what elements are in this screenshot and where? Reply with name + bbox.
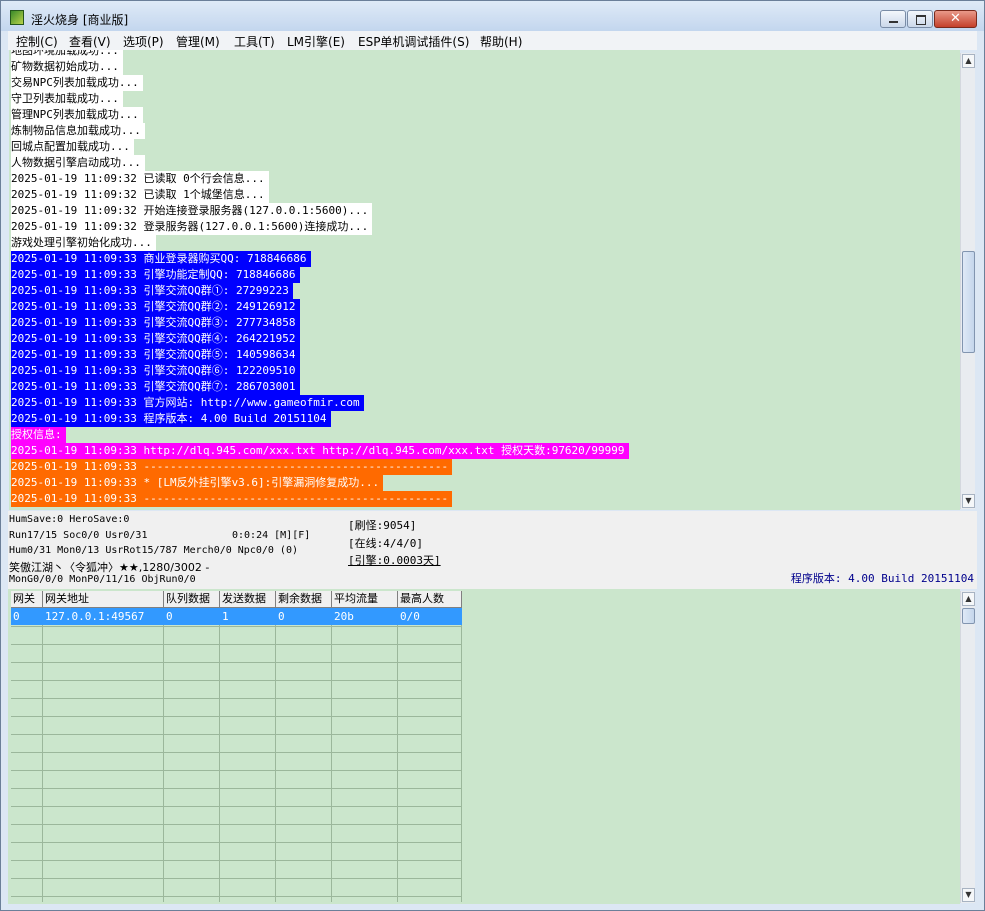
col-header-max-users[interactable]: 最高人数 [398, 591, 462, 608]
grid-col-line [275, 591, 276, 902]
scroll-thumb[interactable] [962, 251, 975, 353]
log-line: 2025-01-19 11:09:33 引擎交流QQ群⑥: 122209510 [11, 363, 300, 379]
grid-col-line [461, 591, 462, 902]
window-title: 淫火烧身 [商业版] [31, 13, 129, 27]
log-line: 2025-01-19 11:09:32 登录服务器(127.0.0.1:5600… [11, 219, 373, 235]
log-panel[interactable]: 地图环境加载成功... 矿物数据初始成功... 交易NPC列表加载成功... 守卫列表… [9, 50, 960, 510]
close-button[interactable]: ✕ [934, 10, 977, 28]
run-status: Run17/15 Soc0/0 Usr0/31 [9, 530, 148, 541]
log-line: 人物数据引擎启动成功... [11, 155, 145, 171]
log-line: 交易NPC列表加载成功... [11, 75, 143, 91]
log-line: 2025-01-19 11:09:33 官方网站: http://www.gam… [11, 395, 364, 411]
refresh-count: [刷怪:9054] [348, 519, 417, 532]
log-line: 授权信息: [11, 427, 66, 443]
log-line: 2025-01-19 11:09:33 引擎功能定制QQ: 718846686 [11, 267, 300, 283]
log-line: 2025-01-19 11:09:33 程序版本: 4.00 Build 201… [11, 411, 331, 427]
log-line: 回城点配置加载成功... [11, 139, 134, 155]
cell-queue: 0 [166, 610, 173, 623]
scroll-up-icon[interactable]: ▲ [962, 54, 975, 68]
grid-col-line [42, 591, 43, 902]
log-line: 2025-01-19 11:09:33 引擎交流QQ群①: 27299223 [11, 283, 293, 299]
engine-time: [引擎:0.0003天] [348, 554, 441, 567]
gateway-grid[interactable]: 网关 网关地址 队列数据 发送数据 剩余数据 平均流量 最高人数 0 127.0… [8, 589, 960, 904]
log-line: 2025-01-19 11:09:33 商业登录器购买QQ: 718846686 [11, 251, 311, 267]
menu-manage[interactable]: 管理(M) [176, 33, 220, 50]
log-line: 2025-01-19 11:09:32 已读取 1个城堡信息... [11, 187, 269, 203]
minimize-button[interactable] [880, 10, 906, 28]
col-header-address[interactable]: 网关地址 [43, 591, 164, 608]
grid-col-line [219, 591, 220, 902]
log-line: 炼制物品信息加载成功... [11, 123, 145, 139]
log-line: 2025-01-19 11:09:33 http://dlq.945.com/x… [11, 443, 629, 459]
log-scrollbar[interactable]: ▲ ▼ [960, 53, 975, 509]
scroll-thumb[interactable] [962, 608, 975, 624]
log-line: 矿物数据初始成功... [11, 59, 123, 75]
menu-esp-plugin[interactable]: ESP单机调试插件(S) [358, 33, 469, 50]
grid-lines [11, 591, 462, 902]
menu-tools[interactable]: 工具(T) [234, 33, 275, 50]
log-line: 地图环境加载成功... [11, 50, 123, 59]
log-line: 2025-01-19 11:09:33 * [LM反外挂引擎v3.6]:引擎漏洞… [11, 475, 384, 491]
grid-col-line [163, 591, 164, 902]
grid-scrollbar[interactable]: ▲ ▼ [960, 591, 975, 903]
monster-status: MonG0/0/0 MonP0/11/16 ObjRun0/0 [9, 574, 196, 585]
cell-gateway: 0 [13, 610, 20, 623]
col-header-avg-traffic[interactable]: 平均流量 [332, 591, 398, 608]
log-line: 游戏处理引擎初始化成功... [11, 235, 156, 251]
scroll-down-icon[interactable]: ▼ [962, 494, 975, 508]
log-line: 2025-01-19 11:09:32 已读取 0个行会信息... [11, 171, 269, 187]
log-line: 2025-01-19 11:09:33 引擎交流QQ群③: 277734858 [11, 315, 300, 331]
status-panel: HumSave:0 HeroSave:0 Run17/15 Soc0/0 Usr… [8, 511, 977, 589]
program-version: 程序版本: 4.00 Build 20151104 [790, 572, 974, 585]
maximize-button[interactable] [907, 10, 933, 28]
menu-options[interactable]: 选项(P) [123, 33, 164, 50]
online-count: [在线:4/4/0] [348, 537, 423, 550]
log-line: 守卫列表加载成功... [11, 91, 123, 107]
uptime: 0:0:24 [M][F] [232, 530, 311, 541]
menu-view[interactable]: 查看(V) [69, 33, 111, 50]
app-window: 淫火烧身 [商业版] ✕ 控制(C) 查看(V) 选项(P) 管理(M) 工具(… [0, 0, 985, 911]
cell-max-users: 0/0 [400, 610, 420, 623]
col-header-queue[interactable]: 队列数据 [164, 591, 220, 608]
title-bar[interactable]: 淫火烧身 [商业版] ✕ [1, 1, 984, 31]
log-line: 2025-01-19 11:09:33 引擎交流QQ群②: 249126912 [11, 299, 300, 315]
log-line: 2025-01-19 11:09:33 引擎交流QQ群⑦: 286703001 [11, 379, 300, 395]
save-status: HumSave:0 HeroSave:0 [9, 514, 130, 525]
log-line: 2025-01-19 11:09:33 --------------------… [11, 459, 453, 475]
menu-lm-engine[interactable]: LM引擎(E) [287, 33, 345, 50]
col-header-sent[interactable]: 发送数据 [220, 591, 276, 608]
log-line: 2025-01-19 11:09:33 --------------------… [11, 491, 453, 507]
scroll-down-icon[interactable]: ▼ [962, 888, 975, 902]
hum-status: Hum0/31 Mon0/13 UsrRot15/787 Merch0/0 Np… [9, 545, 298, 556]
log-line: 2025-01-19 11:09:33 引擎交流QQ群④: 264221952 [11, 331, 300, 347]
cell-remaining: 0 [278, 610, 285, 623]
menu-help[interactable]: 帮助(H) [480, 33, 522, 50]
cell-sent: 1 [222, 610, 229, 623]
log-line: 2025-01-19 11:09:32 开始连接登录服务器(127.0.0.1:… [11, 203, 373, 219]
player-status: 笑傲江湖丶〈令狐冲〉★★,1280/3002 - [9, 561, 210, 574]
cell-address: 127.0.0.1:49567 [45, 610, 145, 623]
col-header-remaining[interactable]: 剩余数据 [276, 591, 332, 608]
menu-control[interactable]: 控制(C) [16, 33, 58, 50]
cell-avg-traffic: 20b [334, 610, 354, 623]
col-header-gateway[interactable]: 网关 [11, 591, 43, 608]
grid-col-line [397, 591, 398, 902]
scroll-up-icon[interactable]: ▲ [962, 592, 975, 606]
menu-bar: 控制(C) 查看(V) 选项(P) 管理(M) 工具(T) LM引擎(E) ES… [8, 31, 977, 50]
log-line: 2025-01-19 11:09:33 引擎交流QQ群⑤: 140598634 [11, 347, 300, 363]
app-icon [10, 10, 24, 25]
log-line: 管理NPC列表加载成功... [11, 107, 143, 123]
grid-col-line [331, 591, 332, 902]
